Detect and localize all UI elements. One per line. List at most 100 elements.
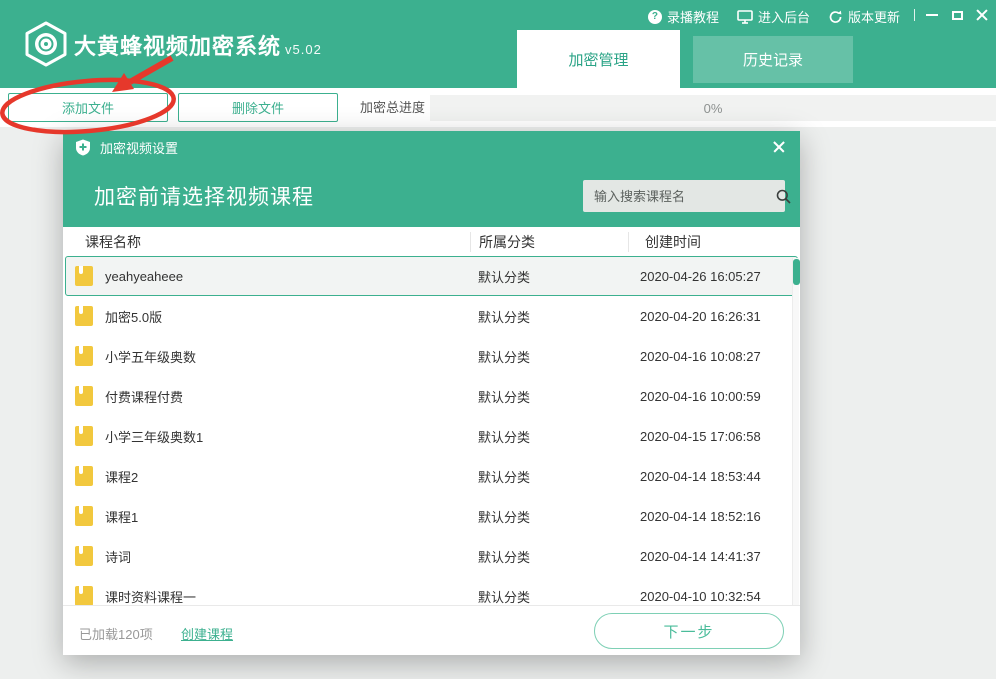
course-name-cell: 课时资料课程一	[66, 586, 470, 605]
dialog-footer: 已加载120项 创建课程 下一步	[63, 605, 800, 655]
delete-file-button[interactable]: 删除文件	[178, 93, 338, 122]
dialog-hero: 加密前请选择视频课程	[63, 164, 800, 227]
loaded-count: 已加载120项	[79, 624, 153, 643]
course-row[interactable]: 诗词 默认分类 2020-04-14 14:41:37	[65, 536, 798, 576]
monitor-icon	[737, 10, 753, 24]
course-row[interactable]: 课程2 默认分类 2020-04-14 18:53:44	[65, 456, 798, 496]
course-name-cell: 课程1	[66, 506, 470, 526]
folder-icon	[75, 506, 93, 526]
top-menu: ? 录播教程 进入后台 版本更新	[648, 7, 900, 26]
course-row[interactable]: 课时资料课程一 默认分类 2020-04-10 10:32:54	[65, 576, 798, 605]
course-row[interactable]: 课程1 默认分类 2020-04-14 18:52:16	[65, 496, 798, 536]
app-version: v5.02	[285, 42, 322, 57]
course-category: 默认分类	[470, 427, 628, 446]
search-input[interactable]	[583, 180, 776, 212]
backend-menu-item[interactable]: 进入后台	[737, 7, 810, 26]
toolbar: 添加文件 删除文件 加密总进度 0%	[0, 88, 996, 127]
folder-icon	[75, 466, 93, 486]
course-row[interactable]: 小学五年级奥数 默认分类 2020-04-16 10:08:27	[65, 336, 798, 376]
course-created: 2020-04-16 10:00:59	[628, 389, 797, 404]
app-titlebar: 大黄蜂视频加密系统v5.02 ? 录播教程 进入后台 版本更新 加	[0, 0, 996, 88]
course-created: 2020-04-16 10:08:27	[628, 349, 797, 364]
column-course-name: 课程名称	[63, 232, 470, 252]
scrollbar-track[interactable]	[792, 258, 799, 605]
tab-history[interactable]: 历史记录	[693, 36, 853, 83]
course-name-cell: 课程2	[66, 466, 470, 486]
help-icon: ?	[648, 10, 662, 24]
folder-icon	[75, 306, 93, 326]
course-category: 默认分类	[470, 307, 628, 326]
course-category: 默认分类	[470, 387, 628, 406]
controls-separator	[914, 9, 915, 21]
course-name-cell: 付费课程付费	[66, 386, 470, 406]
course-searchbox	[583, 180, 785, 212]
course-name-cell: 诗词	[66, 546, 470, 566]
minimize-button[interactable]	[924, 7, 940, 23]
course-name-cell: 小学五年级奥数	[66, 346, 470, 366]
shield-plus-icon	[75, 139, 91, 156]
course-name: 小学三年级奥数1	[105, 427, 203, 446]
folder-icon	[75, 266, 93, 286]
course-created: 2020-04-26 16:05:27	[628, 269, 797, 284]
course-name: 加密5.0版	[105, 307, 162, 326]
course-created: 2020-04-10 10:32:54	[628, 589, 797, 604]
add-file-button[interactable]: 添加文件	[8, 93, 168, 122]
folder-icon	[75, 346, 93, 366]
course-row[interactable]: 小学三年级奥数1 默认分类 2020-04-15 17:06:58	[65, 416, 798, 456]
course-name: 课时资料课程一	[105, 587, 196, 606]
course-created: 2020-04-20 16:26:31	[628, 309, 797, 324]
dialog-heading: 加密前请选择视频课程	[94, 181, 314, 211]
tutorial-menu-item[interactable]: ? 录播教程	[648, 7, 719, 26]
table-header: 课程名称 所属分类 创建时间	[63, 227, 800, 256]
course-name: 课程2	[105, 467, 138, 486]
app-logo-icon	[24, 21, 68, 67]
course-category: 默认分类	[470, 547, 628, 566]
backend-label: 进入后台	[758, 7, 810, 26]
course-created: 2020-04-14 18:53:44	[628, 469, 797, 484]
encrypt-settings-dialog: 加密视频设置 加密前请选择视频课程 课程名称 所属分类 创建时间 yeahyea…	[63, 131, 800, 655]
close-icon	[976, 9, 988, 21]
course-category: 默认分类	[470, 507, 628, 526]
dialog-title: 加密视频设置	[100, 138, 178, 157]
update-label: 版本更新	[848, 7, 900, 26]
folder-icon	[75, 426, 93, 446]
course-created: 2020-04-15 17:06:58	[628, 429, 797, 444]
create-course-link[interactable]: 创建课程	[181, 624, 233, 643]
folder-icon	[75, 586, 93, 605]
update-menu-item[interactable]: 版本更新	[828, 7, 900, 26]
course-row[interactable]: 加密5.0版 默认分类 2020-04-20 16:26:31	[65, 296, 798, 336]
progress-label: 加密总进度	[360, 88, 425, 127]
course-category: 默认分类	[470, 587, 628, 606]
search-icon[interactable]	[776, 189, 791, 204]
dialog-close-button[interactable]	[772, 140, 786, 154]
course-category: 默认分类	[470, 267, 628, 286]
tab-label: 历史记录	[743, 49, 803, 70]
course-row[interactable]: yeahyeaheee 默认分类 2020-04-26 16:05:27	[65, 256, 798, 296]
tab-encrypt-management[interactable]: 加密管理	[517, 30, 680, 88]
course-category: 默认分类	[470, 347, 628, 366]
dialog-titlebar: 加密视频设置	[63, 131, 800, 164]
refresh-icon	[828, 10, 843, 24]
course-category: 默认分类	[470, 467, 628, 486]
encryption-progress-bar: 0%	[430, 95, 996, 121]
folder-icon	[75, 546, 93, 566]
course-list: yeahyeaheee 默认分类 2020-04-26 16:05:27 加密5…	[63, 256, 800, 605]
progress-value: 0%	[704, 101, 723, 116]
maximize-button[interactable]	[949, 7, 965, 23]
course-name: 诗词	[105, 547, 131, 566]
tab-label: 加密管理	[568, 49, 628, 70]
next-step-button[interactable]: 下一步	[594, 613, 784, 649]
folder-icon	[75, 386, 93, 406]
course-name: 小学五年级奥数	[105, 347, 196, 366]
close-button[interactable]	[974, 7, 990, 23]
scrollbar-thumb[interactable]	[793, 259, 800, 285]
window-controls	[914, 7, 990, 23]
column-created: 创建时间	[628, 232, 800, 252]
course-created: 2020-04-14 14:41:37	[628, 549, 797, 564]
app-title: 大黄蜂视频加密系统v5.02	[74, 29, 322, 61]
course-name: 课程1	[105, 507, 138, 526]
course-created: 2020-04-14 18:52:16	[628, 509, 797, 524]
column-category: 所属分类	[470, 232, 628, 252]
course-name-cell: 加密5.0版	[66, 306, 470, 326]
course-row[interactable]: 付费课程付费 默认分类 2020-04-16 10:00:59	[65, 376, 798, 416]
